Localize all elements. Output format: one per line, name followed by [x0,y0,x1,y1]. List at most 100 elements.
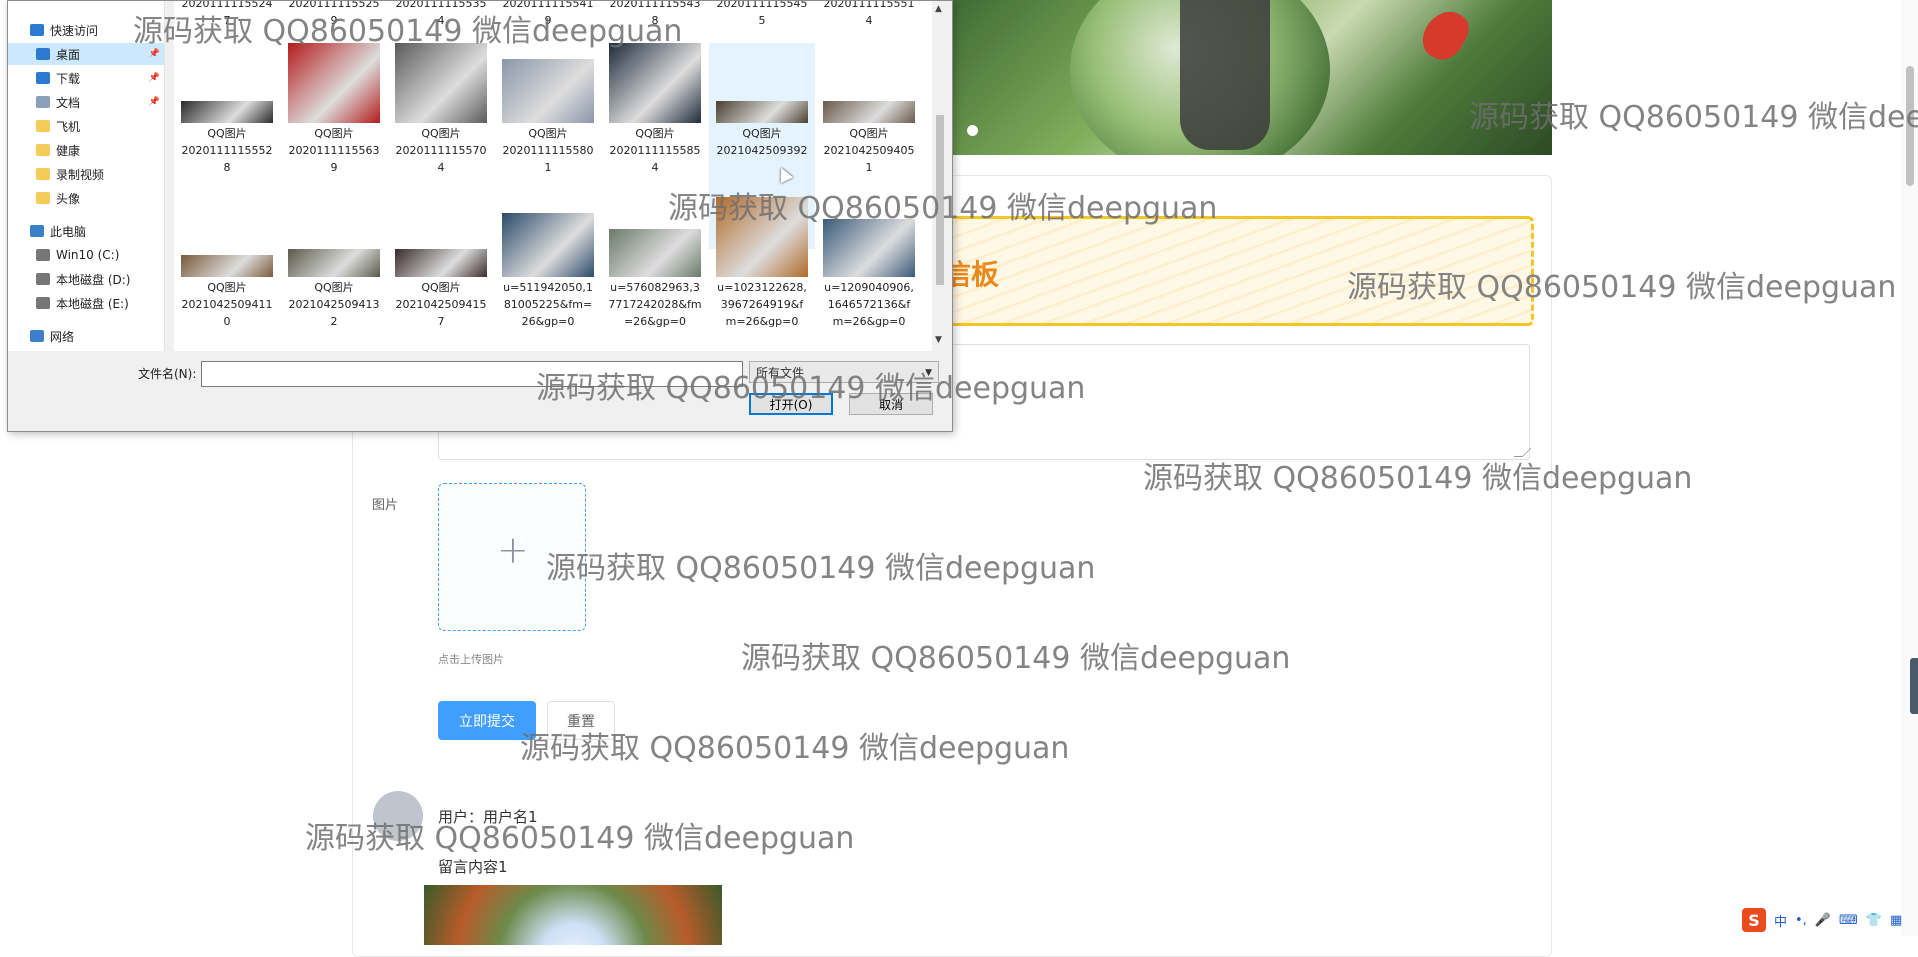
ime-keyboard-icon[interactable]: ⌨ [1839,913,1858,928]
file-thumbnail [609,229,701,277]
scroll-up-arrow-icon[interactable]: ▲ [935,4,942,14]
filetype-select[interactable]: 所有文件 ▼ [749,361,939,383]
page-scrollbar-thumb[interactable] [1906,66,1914,186]
nav-item[interactable]: 本地磁盘 (D:) [8,268,164,290]
file-item-name: 2020111115524 7 [181,0,273,27]
file-item[interactable]: QQ图片 2020111115580 1 [495,43,601,207]
file-item-name: u=1209040906, 1646572136&f m=26&gp=0 [824,281,914,328]
computer-icon [30,225,44,237]
plus-icon: + [497,528,529,572]
ime-toolbox-icon[interactable]: ▦ [1890,913,1902,928]
submit-button[interactable]: 立即提交 [438,701,536,740]
file-item[interactable]: u=576082963,3 7717242028&fm =26&gp=0 [602,197,708,377]
nav-item[interactable]: 桌面 📌 [8,43,164,65]
reset-button[interactable]: 重置 [547,701,615,740]
file-thumbnail [716,101,808,123]
file-item[interactable]: 2020111115535 4 [388,1,494,29]
nav-item-label: 健康 [56,143,81,158]
file-item[interactable]: u=1023122628, 3967264919&f m=26&gp=0 [709,197,815,345]
file-item[interactable]: u=1209040906, 1646572136&f m=26&gp=0 [816,197,922,367]
file-item-name: QQ图片 2020111115580 1 [502,127,594,174]
file-item-name: 2020111115545 5 [716,0,808,27]
nav-item-label: 录制视频 [56,167,105,182]
nav-item[interactable]: 文档 📌 [8,91,164,113]
filename-label: 文件名(N): [138,367,197,381]
file-item-name: QQ图片 2021042509411 0 [181,281,273,328]
file-item-name: 2020111115541 9 [502,0,594,27]
comment-image [424,885,722,945]
file-grid-scrollbar[interactable]: ▲ ▼ [932,1,948,351]
file-thumbnail [716,197,808,277]
file-item-name: 2020111115543 8 [609,0,701,27]
nav-item[interactable]: 网络 [8,325,164,347]
upload-tip: 点击上传图片 [438,653,504,666]
carousel-indicator-dot[interactable] [967,125,978,136]
file-item[interactable]: QQ图片 2020111115570 4 [388,43,494,191]
nav-item-label: 飞机 [56,119,81,134]
ime-voice-icon[interactable]: 🎤 [1815,913,1831,928]
nav-item[interactable]: Win10 (C:) [8,244,164,266]
nav-item-label: 快速访问 [50,23,99,38]
cancel-button[interactable]: 取消 [849,393,933,415]
file-grid: 2020111115524 7 2020111115525 9 2020111115… [174,1,938,351]
open-button[interactable]: 打开(O) [749,393,833,415]
nav-item[interactable]: 飞机 [8,115,164,137]
nav-item[interactable]: 下载 📌 [8,67,164,89]
file-thumbnail [288,43,380,123]
chevron-down-icon: ▼ [925,368,932,378]
folder-icon [36,192,50,204]
file-item-name: 2020111115551 4 [823,0,915,27]
file-item-name: 2020111115525 9 [288,0,380,27]
file-item-name: QQ图片 2021042509415 7 [395,281,487,328]
side-panel-handle[interactable] [1910,658,1918,714]
file-item-name: u=576082963,3 7717242028&fm =26&gp=0 [608,281,702,328]
file-item[interactable]: 2020111115524 7 [174,0,280,29]
file-item[interactable]: 2020111115525 9 [281,0,387,29]
file-open-dialog: 快速访问桌面 📌 下载 📌 文档 📌 飞机健康录制视频头像此电脑 Win10 (C:) 本地磁盘… [7,0,953,432]
nav-item[interactable]: 录制视频 [8,163,164,185]
filename-input[interactable] [201,361,743,387]
drive-icon [36,273,50,285]
file-item[interactable]: 2020111115543 8 [602,0,708,29]
nav-item[interactable]: 本地磁盘 (E:) [8,292,164,314]
nav-item[interactable]: 健康 [8,139,164,161]
folder-icon [36,168,50,180]
resize-grip-icon[interactable] [1513,448,1532,457]
star-icon [30,24,44,36]
nav-item-label: 网络 [50,329,75,344]
file-thumbnail [395,249,487,277]
file-item[interactable]: u=511942050,1 81005225&fm= 26&gp=0 [495,197,601,361]
nav-item[interactable]: 快速访问 [8,19,164,41]
ime-language-toggle[interactable]: 中 [1774,911,1787,930]
file-item[interactable]: QQ图片 2020111115585 4 [602,43,708,191]
banner-figure-dark [1180,0,1270,150]
page-scrollbar[interactable] [1901,0,1918,936]
file-item-name: QQ图片 2020111115552 8 [181,127,273,174]
ime-toolbar[interactable]: S 中 •, 🎤 ⌨ 👕 ▦ [1742,907,1902,933]
avatar [373,791,423,841]
file-item-name: QQ图片 2021042509413 2 [288,281,380,328]
drive-icon [36,297,50,309]
folder-icon [36,120,50,132]
file-item[interactable]: 2020111115545 5 [709,0,815,29]
file-thumbnail [502,59,594,123]
nav-item-label: Win10 (C:) [56,248,120,262]
file-grid-scrollbar-thumb[interactable] [936,115,944,285]
nav-item[interactable]: 此电脑 [8,220,164,242]
sogou-logo-icon[interactable]: S [1742,908,1766,932]
hero-banner-image [950,0,1552,155]
file-item[interactable]: QQ图片 2020111115563 9 [281,43,387,191]
file-item-name: QQ图片 2021042509392 [716,127,808,157]
ime-skin-icon[interactable]: 👕 [1866,913,1882,928]
scroll-down-arrow-icon[interactable]: ▼ [935,335,942,345]
file-item[interactable]: 2020111115551 4 [816,0,922,29]
image-upload-box[interactable]: + [438,483,586,631]
desktop-icon [36,48,50,60]
ime-punctuation-icon[interactable]: •, [1795,913,1807,928]
file-item[interactable]: 2020111115541 9 [495,0,601,29]
drive-icon [36,249,50,261]
nav-item[interactable]: 头像 [8,187,164,209]
file-thumbnail [823,219,915,277]
pin-icon: 📌 [148,97,160,107]
filetype-value: 所有文件 [756,366,805,380]
